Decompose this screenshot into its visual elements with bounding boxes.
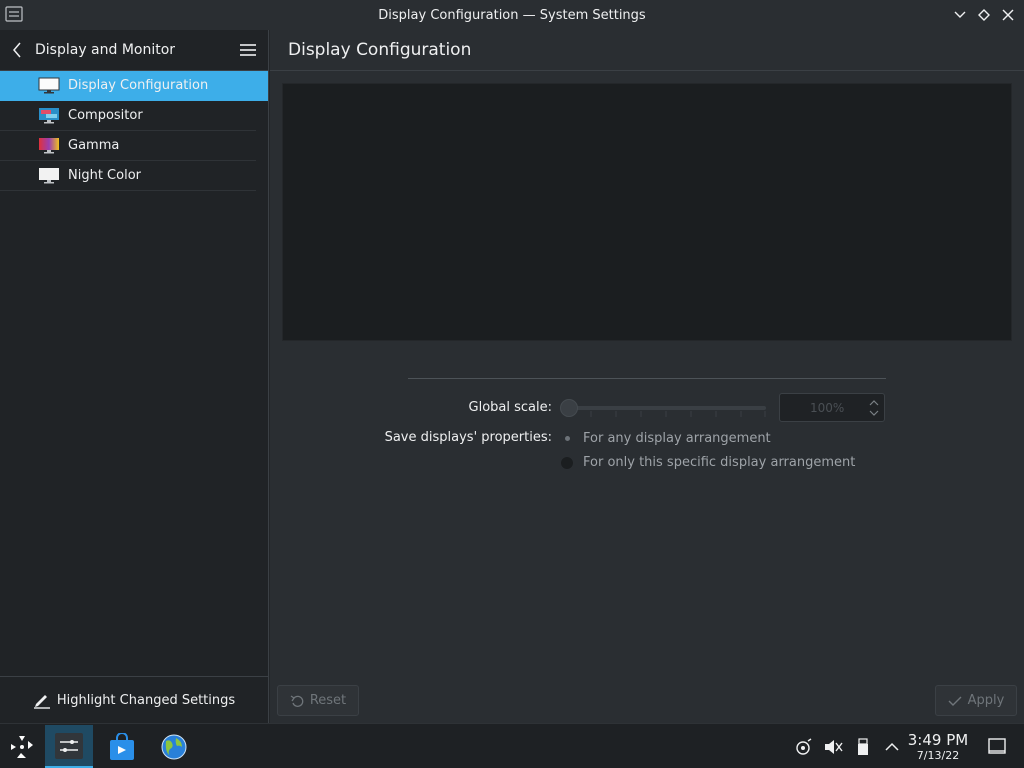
app-launcher-icon[interactable] bbox=[8, 733, 36, 761]
close-button[interactable] bbox=[998, 5, 1018, 25]
chevron-down-icon bbox=[954, 11, 966, 18]
display-arrangement-preview[interactable] bbox=[282, 83, 1012, 341]
taskbar-system-settings[interactable] bbox=[45, 725, 93, 768]
pencil-icon bbox=[33, 695, 50, 709]
chevron-left-icon bbox=[13, 42, 21, 58]
highlight-changed-settings-label: Highlight Changed Settings bbox=[56, 692, 236, 708]
digital-clock[interactable]: 3:49 PM 7/13/22 bbox=[906, 732, 970, 763]
hamburger-menu-icon[interactable] bbox=[239, 41, 257, 59]
gamma-icon bbox=[39, 137, 59, 153]
section-divider bbox=[408, 378, 886, 379]
sidebar-item-label: Display Configuration bbox=[68, 78, 209, 93]
reset-button[interactable]: Reset bbox=[277, 685, 359, 716]
radio-specific-arrangement[interactable]: For only this specific display arrangeme… bbox=[560, 455, 855, 470]
compositor-icon bbox=[39, 107, 59, 123]
slider-handle[interactable] bbox=[560, 399, 578, 417]
slider-ticks bbox=[566, 411, 766, 417]
radio-label: For any display arrangement bbox=[583, 431, 771, 446]
diamond-icon bbox=[978, 9, 990, 21]
radio-any-arrangement[interactable]: For any display arrangement bbox=[560, 431, 771, 446]
taskbar-discover[interactable] bbox=[98, 725, 146, 768]
radio-button-unchecked[interactable] bbox=[560, 455, 574, 470]
minimize-button[interactable] bbox=[950, 5, 970, 25]
night-color-icon bbox=[39, 167, 59, 183]
back-button[interactable] bbox=[12, 40, 26, 60]
global-scale-label: Global scale: bbox=[468, 400, 552, 415]
gamepad-tray-icon[interactable] bbox=[793, 737, 813, 757]
clock-date: 7/13/22 bbox=[916, 749, 960, 762]
globe-icon bbox=[161, 734, 187, 759]
sidebar: Display and Monitor Display Configuratio… bbox=[0, 30, 269, 723]
window-titlebar: Display Configuration — System Settings bbox=[0, 0, 1024, 30]
monitor-icon bbox=[38, 77, 60, 93]
save-properties-label: Save displays' properties: bbox=[384, 430, 552, 445]
checkmark-icon bbox=[948, 696, 962, 706]
slider-track bbox=[566, 406, 766, 410]
global-scale-value: 100% bbox=[810, 401, 845, 415]
clock-time: 3:49 PM bbox=[907, 731, 969, 749]
spin-arrows-icon[interactable] bbox=[868, 397, 880, 419]
sidebar-item-label: Compositor bbox=[68, 108, 143, 123]
sidebar-item-night-color[interactable]: Night Color bbox=[0, 161, 256, 191]
maximize-button[interactable] bbox=[974, 5, 994, 25]
chevron-up-icon[interactable] bbox=[882, 737, 902, 757]
taskbar: 3:49 PM 7/13/22 bbox=[0, 723, 1024, 768]
global-scale-spinbox[interactable]: 100% bbox=[779, 393, 885, 422]
volume-muted-icon[interactable] bbox=[823, 737, 843, 757]
sidebar-item-display-configuration[interactable]: Display Configuration bbox=[0, 71, 268, 101]
undo-icon bbox=[290, 694, 304, 707]
global-scale-slider[interactable] bbox=[560, 399, 772, 417]
usb-storage-icon[interactable] bbox=[853, 737, 873, 757]
system-settings-icon[interactable] bbox=[5, 6, 23, 22]
page-title: Display Configuration bbox=[288, 40, 472, 60]
radio-label: For only this specific display arrangeme… bbox=[583, 455, 856, 470]
close-icon bbox=[1002, 9, 1014, 21]
sidebar-item-label: Night Color bbox=[68, 168, 141, 183]
taskbar-browser[interactable] bbox=[150, 725, 198, 768]
reset-label: Reset bbox=[309, 693, 347, 708]
sidebar-title: Display and Monitor bbox=[35, 42, 176, 58]
sidebar-item-label: Gamma bbox=[68, 138, 120, 153]
apply-button[interactable]: Apply bbox=[935, 685, 1017, 716]
main-content: Display Configuration Global scale: 100%… bbox=[270, 30, 1024, 723]
store-bag-icon bbox=[110, 732, 134, 760]
radio-button-checked[interactable] bbox=[560, 432, 574, 446]
main-header: Display Configuration bbox=[270, 30, 1024, 71]
sidebar-header: Display and Monitor bbox=[0, 30, 268, 71]
window-title: Display Configuration — System Settings bbox=[378, 7, 646, 23]
apply-label: Apply bbox=[967, 693, 1005, 708]
sidebar-item-compositor[interactable]: Compositor bbox=[0, 101, 256, 131]
show-desktop-icon[interactable] bbox=[988, 738, 1006, 754]
sidebar-list: Display Configuration Compositor Gamma N… bbox=[0, 71, 268, 191]
system-settings-icon bbox=[55, 732, 83, 759]
sidebar-item-gamma[interactable]: Gamma bbox=[0, 131, 256, 161]
highlight-changed-settings-button[interactable]: Highlight Changed Settings bbox=[0, 676, 268, 723]
